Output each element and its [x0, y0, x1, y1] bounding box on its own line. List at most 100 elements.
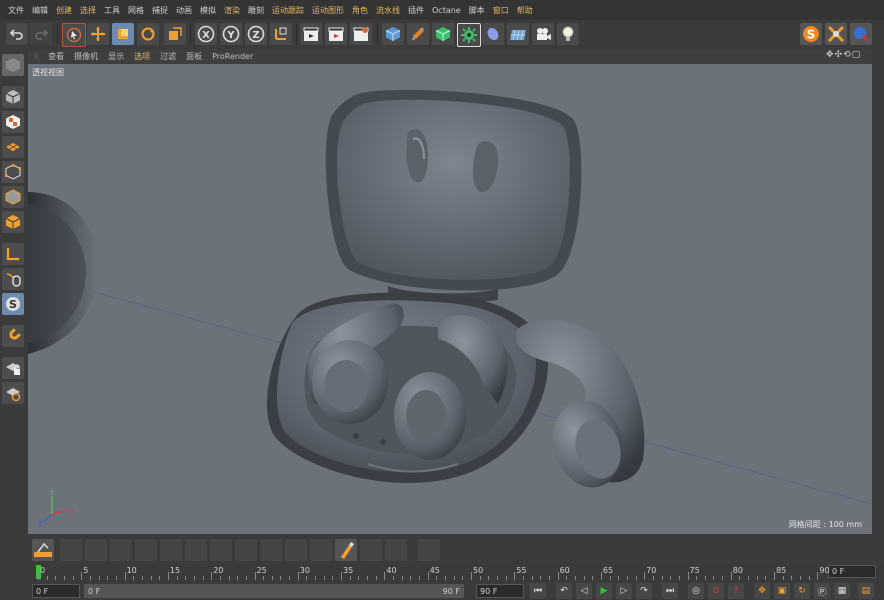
workplane-button[interactable]	[2, 136, 24, 158]
anim-tool-6[interactable]	[185, 539, 207, 561]
anim-tool-13[interactable]	[385, 539, 407, 561]
light-button[interactable]	[557, 23, 579, 45]
make-editable-button[interactable]	[2, 54, 24, 76]
texture-mode-button[interactable]	[2, 111, 24, 133]
pen-spline-button[interactable]	[407, 23, 429, 45]
edges-mode-button[interactable]	[2, 186, 24, 208]
tweak-mode-button[interactable]	[2, 268, 24, 290]
coordinate-system-button[interactable]	[270, 23, 292, 45]
end-frame-field[interactable]: 90 F	[476, 584, 524, 598]
anim-tool-10[interactable]	[285, 539, 307, 561]
menu-item-5[interactable]: 网格	[128, 5, 144, 16]
preview-range-slider[interactable]: 0 F 90 F	[84, 584, 464, 598]
menu-item-10[interactable]: 雕刻	[248, 5, 264, 16]
key-pla-button[interactable]: ▦	[834, 583, 850, 599]
render-picture-viewer-button[interactable]	[325, 23, 347, 45]
locked-workplane-button[interactable]	[2, 357, 24, 379]
next-frame-button[interactable]: ▷	[616, 583, 632, 599]
x-axis-lock-button[interactable]: X	[195, 23, 217, 45]
anim-tool-2[interactable]	[85, 539, 107, 561]
y-axis-lock-button[interactable]: Y	[220, 23, 242, 45]
go-to-start-button[interactable]: ⏮	[530, 583, 546, 599]
rotate-tool-button[interactable]	[137, 23, 159, 45]
key-parameter-button[interactable]: Ⓟ	[814, 583, 830, 599]
key-position-button[interactable]: ✥	[754, 583, 770, 599]
viewport-menu-item-2[interactable]: 显示	[108, 51, 124, 62]
start-frame-field[interactable]: 0 F	[32, 584, 80, 598]
viewport-menu-item-6[interactable]: ProRender	[212, 52, 253, 61]
x-particles-button[interactable]	[825, 23, 847, 45]
subdivision-button[interactable]	[432, 23, 454, 45]
magnet-button[interactable]	[2, 325, 24, 347]
timeline-ruler[interactable]: 0 F 0 5 10 15 20 25 30 35 40 45 50 55 60 65 70 75 80 85 90	[28, 564, 884, 580]
menu-item-19[interactable]: 帮助	[517, 5, 533, 16]
menu-item-9[interactable]: 渲染	[224, 5, 240, 16]
anim-tool-1[interactable]	[60, 539, 82, 561]
cinema-s-button[interactable]: S	[800, 23, 822, 45]
render-view-button[interactable]	[300, 23, 322, 45]
record-keys-button[interactable]: ◎	[688, 583, 704, 599]
snapping-button[interactable]: S	[2, 293, 24, 315]
keyframe-selection-button[interactable]: ?	[728, 583, 744, 599]
redo-button[interactable]	[30, 23, 52, 45]
menu-item-13[interactable]: 角色	[352, 5, 368, 16]
play-button[interactable]: ▶	[596, 583, 612, 599]
menu-item-16[interactable]: Octane	[432, 6, 461, 15]
viewport-menu-item-5[interactable]: 面板	[186, 51, 202, 62]
polygons-mode-button[interactable]	[2, 211, 24, 233]
viewport-menu-item-3[interactable]: 选项	[134, 51, 150, 62]
previous-frame-button[interactable]: ◁	[576, 583, 592, 599]
menu-item-17[interactable]: 脚本	[469, 5, 485, 16]
octane-button[interactable]	[850, 23, 872, 45]
menu-item-15[interactable]: 插件	[408, 5, 424, 16]
anim-tool-3[interactable]	[110, 539, 132, 561]
mograph-cloner-button[interactable]	[457, 23, 481, 47]
last-tool-button[interactable]	[164, 23, 186, 45]
next-key-button[interactable]: ↷	[636, 583, 652, 599]
menu-item-11[interactable]: 运动跟踪	[272, 5, 304, 16]
auto-keying-button[interactable]: ⊙	[708, 583, 724, 599]
previous-key-button[interactable]: ↶	[556, 583, 572, 599]
anim-tool-9[interactable]	[260, 539, 282, 561]
anim-tool-5[interactable]	[160, 539, 182, 561]
viewport-menu-item-0[interactable]: 查看	[48, 51, 64, 62]
z-axis-lock-button[interactable]: Z	[245, 23, 267, 45]
menu-item-4[interactable]: 工具	[104, 5, 120, 16]
anim-tool-4[interactable]	[135, 539, 157, 561]
move-tool-button[interactable]	[87, 23, 109, 45]
key-rotation-button[interactable]: ↻	[794, 583, 810, 599]
floor-button[interactable]	[507, 23, 529, 45]
menu-item-8[interactable]: 模拟	[200, 5, 216, 16]
menu-item-7[interactable]: 动画	[176, 5, 192, 16]
timeline-ruler-button[interactable]	[32, 539, 54, 561]
scale-tool-button[interactable]	[112, 23, 134, 45]
menu-item-0[interactable]: 文件	[8, 5, 24, 16]
menu-item-2[interactable]: 创建	[56, 5, 72, 16]
viewport-nav-icons[interactable]: ✥✣⟲▢	[826, 50, 861, 60]
viewport-menu-item-1[interactable]: 摄像机	[74, 51, 98, 62]
brush-tool-button[interactable]	[335, 539, 357, 561]
axis-mode-button[interactable]	[2, 243, 24, 265]
select-tool-button[interactable]	[62, 23, 86, 47]
viewport-menu-item-4[interactable]: 过滤	[160, 51, 176, 62]
menu-item-1[interactable]: 编辑	[32, 5, 48, 16]
undo-button[interactable]	[6, 23, 28, 45]
anim-tool-8[interactable]	[235, 539, 257, 561]
perspective-viewport[interactable]: Y X Z 透视视图 网格间距 : 100 mm	[28, 64, 872, 534]
menu-item-3[interactable]: 选择	[80, 5, 96, 16]
anim-tool-7[interactable]	[210, 539, 232, 561]
timeline-window-button[interactable]: ▤	[858, 583, 874, 599]
menu-item-18[interactable]: 窗口	[493, 5, 509, 16]
render-settings-button[interactable]	[350, 23, 372, 45]
model-mode-button[interactable]	[2, 86, 24, 108]
menu-item-14[interactable]: 流水线	[376, 5, 400, 16]
menu-item-6[interactable]: 捕捉	[152, 5, 168, 16]
planar-workplane-button[interactable]	[2, 382, 24, 404]
go-to-end-button[interactable]: ⏭	[662, 583, 678, 599]
anim-tool-11[interactable]	[310, 539, 332, 561]
cube-object-button[interactable]	[382, 23, 404, 45]
camera-button[interactable]	[532, 23, 554, 45]
points-mode-button[interactable]	[2, 161, 24, 183]
deformer-button[interactable]	[482, 23, 504, 45]
key-scale-button[interactable]: ▣	[774, 583, 790, 599]
